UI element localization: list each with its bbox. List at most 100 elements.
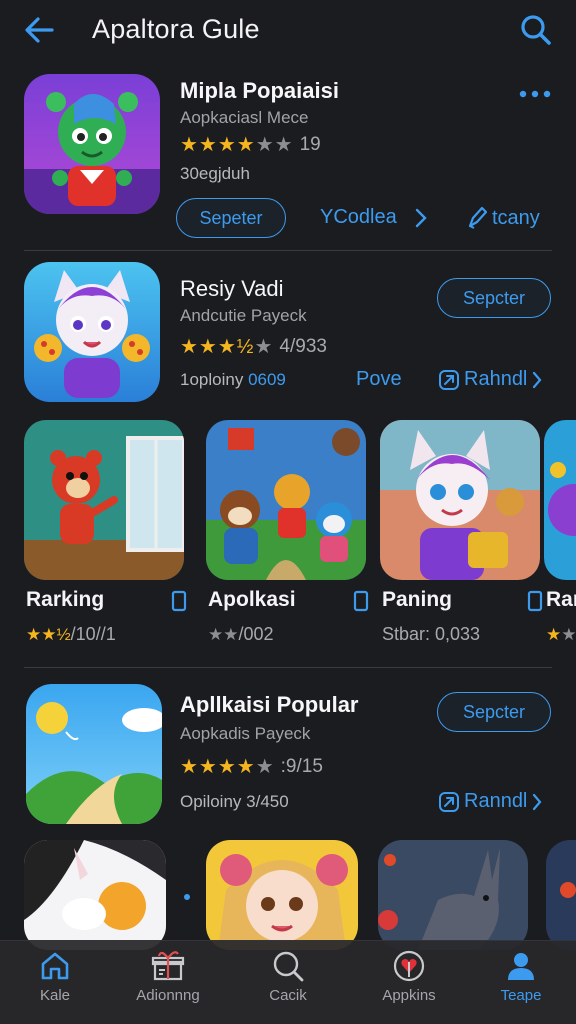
share-arrow-icon	[439, 791, 459, 812]
bookmark-icon[interactable]	[352, 590, 370, 612]
card-image	[544, 420, 576, 580]
app-link-2[interactable]: tcany	[466, 206, 540, 230]
tab-label: Cacik	[269, 987, 307, 1004]
get-button[interactable]: Sepcter	[437, 692, 551, 732]
app-link-1[interactable]: Pove	[356, 368, 402, 391]
tab-label: Teape	[500, 987, 542, 1004]
top-bar: Apaltora Gule	[0, 0, 576, 62]
featured-app-2[interactable]: Resiy Vadi Andcutie Payeck ★★★½★ 4/933 1…	[0, 262, 576, 412]
tab-profile[interactable]: Teape	[466, 949, 576, 1019]
card-image	[206, 420, 366, 580]
popular-app[interactable]: Apllkaisi Popular Aopkadis Payeck ★★★★★ …	[0, 684, 576, 834]
pencil-icon	[468, 206, 488, 229]
heart-badge-icon	[393, 950, 425, 982]
more-options-button[interactable]	[518, 84, 552, 104]
tab-apps[interactable]: Appkins	[354, 949, 464, 1019]
rating-count: /002	[238, 624, 274, 644]
search-icon	[521, 15, 551, 45]
star-rating-icon: ★★★★★★	[180, 134, 294, 156]
get-button[interactable]: Sepeter	[176, 198, 286, 238]
home-icon	[41, 952, 69, 980]
app-tile[interactable]	[378, 840, 528, 950]
link-label: Ranndl	[464, 790, 528, 812]
carousel-card[interactable]: Paning Stbar: 0,033	[380, 420, 544, 644]
app-meta: 30egjduh	[180, 164, 250, 183]
star-rating-icon: ★★	[546, 625, 576, 644]
link-label: YCodlea	[320, 206, 397, 228]
meta-value: 0609	[248, 370, 286, 389]
app-name: Resiy Vadi	[180, 276, 284, 301]
link-label: Rahndl	[464, 368, 528, 390]
back-button[interactable]	[22, 12, 58, 48]
card-title: Rar	[546, 588, 576, 611]
star-rating-icon: ★★½	[26, 625, 71, 644]
card-rating: ★★½/10//1	[26, 624, 116, 645]
carousel-card[interactable]: Rar ★★	[544, 420, 576, 644]
share-arrow-icon	[439, 369, 459, 390]
chevron-right-icon	[415, 208, 427, 227]
card-title: Apolkasi	[208, 588, 296, 611]
tab-label: Kale	[39, 987, 71, 1004]
featured-app-1[interactable]: Mipla Popaiaisi Aopkaciasl Mece ★★★★★★ 1…	[0, 74, 576, 250]
card-rating: ★★	[546, 624, 576, 645]
app-tile[interactable]	[546, 840, 576, 950]
person-icon	[508, 953, 534, 980]
star-rating-icon: ★★★½★	[180, 336, 274, 358]
star-rating-icon: ★★	[208, 625, 239, 644]
app-subtitle: Aopkaciasl Mece	[180, 108, 309, 127]
rating-count: 19	[299, 133, 321, 155]
tab-label: Appkins	[382, 987, 436, 1004]
app-meta: 1oploiny 0609	[180, 370, 286, 390]
rating-count: 4/933	[279, 335, 327, 357]
more-apps-row	[0, 840, 576, 950]
app-icon-1[interactable]	[24, 74, 160, 214]
search-button[interactable]	[518, 12, 554, 48]
card-rating: Stbar: 0,033	[382, 624, 481, 644]
divider	[24, 667, 552, 668]
search-icon	[273, 951, 304, 982]
more-dots-icon	[519, 90, 551, 98]
bookmark-icon[interactable]	[526, 590, 544, 612]
app-link-2[interactable]: Rahndl	[438, 368, 543, 391]
get-button[interactable]: Sepcter	[437, 278, 551, 318]
gift-icon	[151, 951, 185, 981]
card-rating: ★★/002	[208, 624, 274, 645]
app-name: Mipla Popaiaisi	[180, 78, 339, 103]
tab-label: Adionnng	[136, 987, 200, 1004]
app-subtitle: Aopkadis Payeck	[180, 724, 311, 743]
tab-gift[interactable]: Adionnng	[113, 949, 223, 1019]
page-title: Apaltora Gule	[92, 14, 260, 44]
meta-label: 1oploiny	[180, 370, 244, 389]
app-link-1[interactable]: YCodlea	[320, 206, 431, 229]
app-name: Apllkaisi Popular	[180, 692, 359, 717]
card-image	[24, 420, 184, 580]
arrow-left-icon	[25, 17, 54, 43]
app-icon-3[interactable]	[26, 684, 162, 824]
rating: ★★★★★★ 19	[180, 132, 321, 157]
app-tile[interactable]	[206, 840, 358, 950]
link-label: tcany	[492, 206, 540, 229]
app-link[interactable]: Ranndl	[438, 790, 543, 813]
chevron-right-icon	[533, 371, 542, 388]
app-carousel[interactable]: Rarking ★★½/10//1 Apolkasi ★★/002 Paning…	[0, 420, 576, 650]
app-tile[interactable]	[24, 840, 166, 950]
page-dot	[184, 894, 190, 900]
divider	[24, 250, 552, 251]
app-meta: Opiloiny 3/450	[180, 792, 289, 811]
card-image	[380, 420, 540, 580]
card-title: Paning	[382, 588, 453, 611]
rating-count: :9/15	[280, 755, 323, 777]
chevron-right-icon	[533, 793, 542, 810]
app-subtitle: Andcutie Payeck	[180, 306, 307, 325]
card-title: Rarking	[26, 588, 105, 611]
tab-home[interactable]: Kale	[0, 949, 110, 1019]
rating-count: /10//1	[70, 624, 116, 644]
tab-search[interactable]: Cacik	[233, 949, 343, 1019]
rating: ★★★★★ :9/15	[180, 754, 323, 779]
carousel-card[interactable]: Rarking ★★½/10//1	[24, 420, 188, 644]
tab-bar: Kale Adionnng Cacik Appkins Teape	[0, 940, 576, 1024]
carousel-card[interactable]: Apolkasi ★★/002	[206, 420, 370, 644]
bookmark-icon[interactable]	[170, 590, 188, 612]
rating: ★★★½★ 4/933	[180, 334, 327, 359]
app-icon-2[interactable]	[24, 262, 160, 402]
